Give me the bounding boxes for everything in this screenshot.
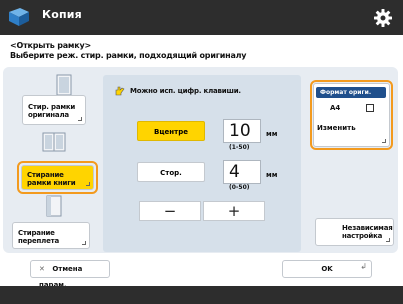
instruction-text: <Открыть рамку> Выберите реж. стир. рамк… xyxy=(10,41,247,60)
original-frame-image xyxy=(56,74,72,96)
center-margin-value: 10 xyxy=(223,119,261,143)
original-frame-erase-button[interactable]: Стир. рамки оригинала xyxy=(22,95,86,125)
numeric-keys-hint: Можно исп. цифр. клавиши. xyxy=(114,85,298,99)
side-margin-button[interactable]: Стор. xyxy=(137,162,205,182)
original-format-value: A4 xyxy=(330,104,341,112)
center-margin-unit: мм xyxy=(266,130,278,138)
portrait-page-icon xyxy=(366,104,374,112)
side-margin-value: 4 xyxy=(223,160,261,184)
close-x-icon: ✕ xyxy=(39,265,45,273)
book-frame-erase-button[interactable]: Стирание рамки книги xyxy=(21,165,94,190)
settings-gear-icon[interactable] xyxy=(373,8,393,28)
plus-button[interactable]: + xyxy=(203,201,265,221)
copy-app-icon xyxy=(9,8,29,26)
title-bar: Копия xyxy=(0,0,403,35)
ok-button[interactable]: OK ↲ xyxy=(282,260,372,278)
independent-setting-button[interactable]: Независимая настройка xyxy=(315,218,394,246)
side-margin-range: (0-50) xyxy=(229,184,250,191)
binding-erase-button[interactable]: Стирание переплета xyxy=(12,222,90,249)
minus-button[interactable]: − xyxy=(139,201,201,221)
binding-image xyxy=(46,195,62,217)
side-margin-unit: мм xyxy=(266,171,278,179)
center-margin-button[interactable]: Вцентре xyxy=(137,121,205,141)
book-frame-image xyxy=(42,132,66,152)
center-margin-range: (1-50) xyxy=(229,144,250,151)
original-format-header: Формат ориги. xyxy=(316,87,386,98)
cancel-settings-button[interactable]: ✕ Отмена парам. xyxy=(30,260,110,289)
change-format-label: Изменить xyxy=(317,124,356,132)
enter-icon: ↲ xyxy=(360,262,367,271)
bottom-bar xyxy=(0,286,403,304)
app-title: Копия xyxy=(42,8,82,21)
hand-icon xyxy=(115,86,125,96)
